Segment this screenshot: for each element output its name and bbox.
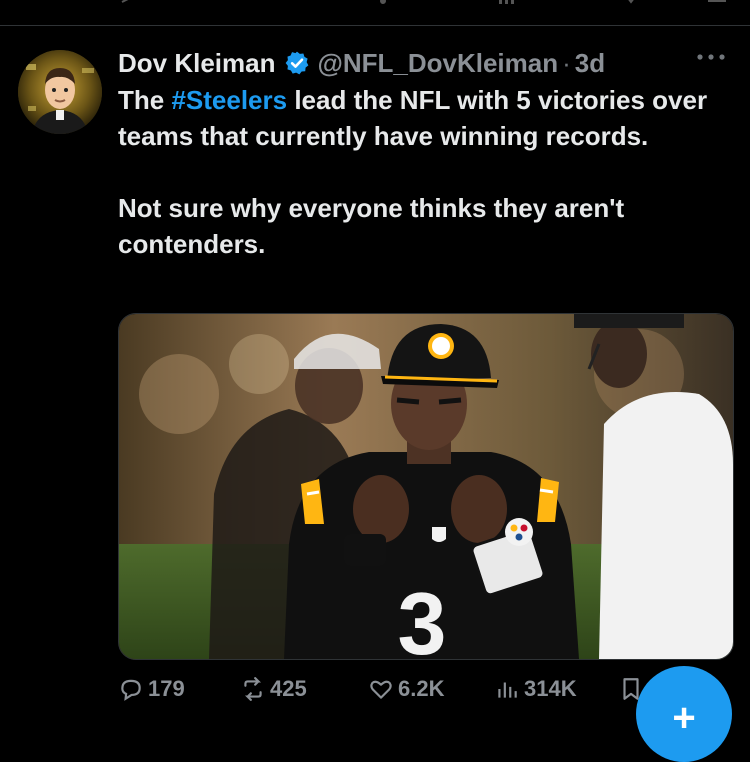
separator: · xyxy=(562,47,571,78)
menu-icon[interactable] xyxy=(706,0,728,6)
compose-icon: + xyxy=(672,696,696,740)
hashtag-link[interactable]: #Steelers xyxy=(171,85,287,115)
like-icon xyxy=(370,680,392,699)
tweet-paragraph-1: The #Steelers lead the NFL with 5 victor… xyxy=(118,82,718,154)
nav-icon[interactable] xyxy=(372,0,394,6)
reply-icon xyxy=(121,679,141,701)
reply-button[interactable]: 179 xyxy=(118,676,185,702)
tweet[interactable]: Dov Kleiman @NFL_DovKleiman · 3d The #St… xyxy=(0,26,750,762)
tweet-media-image[interactable]: 3 xyxy=(118,313,734,660)
tweet-paragraph-2: Not sure why everyone thinks they aren't… xyxy=(118,193,625,259)
reply-count: 179 xyxy=(148,676,185,701)
tweet-header: Dov Kleiman @NFL_DovKleiman · 3d xyxy=(118,46,605,80)
repost-icon xyxy=(244,677,262,701)
avatar[interactable] xyxy=(18,50,102,134)
back-icon[interactable] xyxy=(118,0,140,6)
author-name[interactable]: Dov Kleiman xyxy=(118,48,276,79)
timestamp[interactable]: 3d xyxy=(575,48,605,79)
top-nav-bar xyxy=(0,0,750,26)
stats-icon[interactable] xyxy=(496,0,518,6)
repost-count: 425 xyxy=(270,676,307,701)
tweet-text: The #Steelers lead the NFL with 5 victor… xyxy=(118,82,718,262)
views-button[interactable]: 314K xyxy=(494,676,577,702)
compose-button[interactable]: + xyxy=(636,666,732,762)
more-icon[interactable] xyxy=(696,52,726,62)
views-count: 314K xyxy=(524,676,577,701)
author-handle[interactable]: @NFL_DovKleiman xyxy=(318,48,559,79)
jersey-number: 3 xyxy=(398,574,447,659)
repost-button[interactable]: 425 xyxy=(240,676,307,702)
verified-badge-icon xyxy=(285,51,308,75)
like-button[interactable]: 6.2K xyxy=(368,676,444,702)
text-segment: The xyxy=(118,85,172,115)
views-icon xyxy=(498,682,517,698)
like-count: 6.2K xyxy=(398,676,445,701)
bookmark-top-icon[interactable] xyxy=(620,0,642,6)
